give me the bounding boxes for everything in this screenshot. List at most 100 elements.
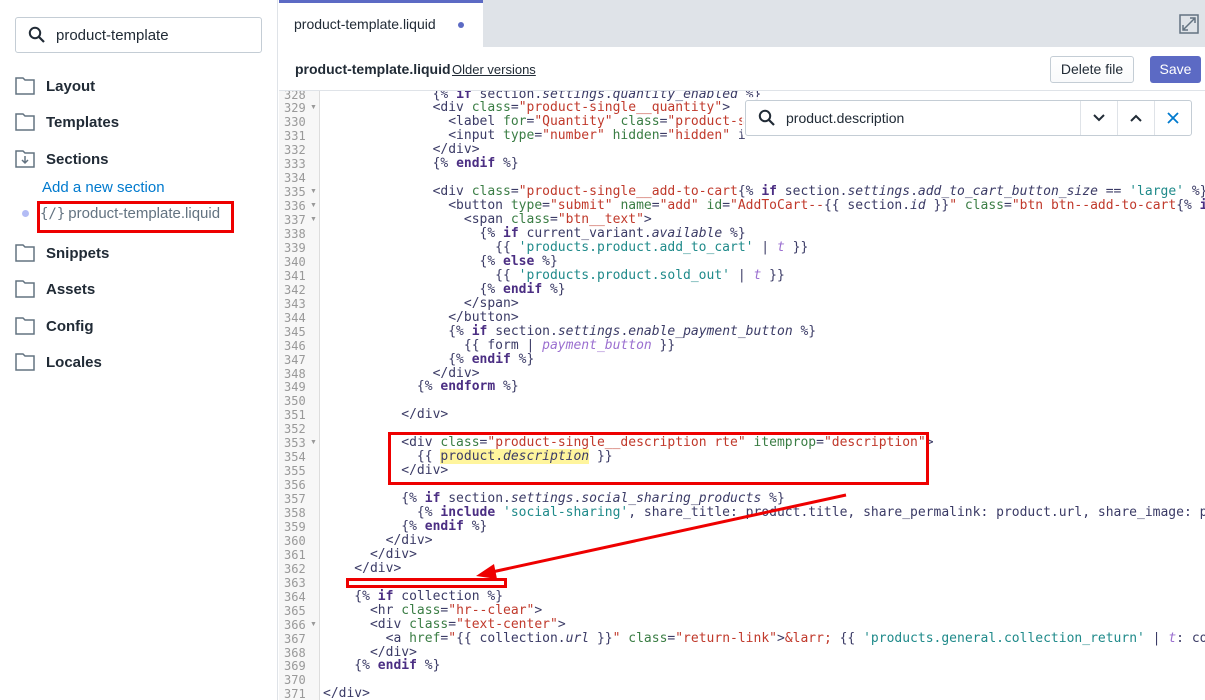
line-number: 347 [284,352,306,367]
code-token: section. [776,184,848,200]
line-number: 348 [284,366,306,381]
code-token: {% [323,379,441,395]
code-token: = [534,128,543,144]
code-line: {% if section.settings.enable_payment_bu… [323,323,816,339]
code-token: %} [416,658,441,674]
delete-file-button[interactable]: Delete file [1050,56,1134,83]
code-line: <input type="number" hidden="hidden" i [323,128,745,144]
code-token: = [510,100,519,116]
fold-arrow-icon[interactable]: ▼ [310,199,317,213]
add-new-section-link[interactable]: Add a new section [42,179,165,196]
folder-sections[interactable]: Sections [15,148,109,170]
code-token: "description" [823,435,926,451]
find-next-button[interactable] [1080,101,1117,135]
code-line: <a href="{{ collection.url }}" class="re… [323,630,1205,646]
code-token: if [471,323,488,339]
fold-arrow-icon[interactable]: ▼ [310,436,317,450]
code-token: endif [471,351,511,367]
code-token: {% [323,323,472,339]
folder-icon [15,244,35,262]
save-button[interactable]: Save [1150,56,1201,83]
folder-snippets[interactable]: Snippets [15,242,109,264]
code-line: {% endform %} [323,380,519,394]
older-versions-link[interactable]: Older versions [452,62,536,77]
code-token: "number" [542,128,605,144]
file-item-product-template[interactable]: {/} product-template.liquid [22,205,220,222]
code-token: 'social-sharing' [503,505,629,520]
line-number: 371 [284,687,306,700]
expand-icon[interactable] [1179,14,1199,34]
code-token: | [753,239,777,255]
folder-locales[interactable]: Locales [15,351,102,373]
code-token: 'products.product.sold_out' [518,267,730,283]
line-number: 369 [284,659,306,674]
folder-label: Assets [46,280,96,298]
code-token: endif [456,156,496,172]
fold-arrow-icon[interactable]: ▼ [310,213,317,227]
code-token: {% [323,281,504,297]
code-token: class [409,616,449,632]
find-input[interactable]: product.description [746,109,1080,127]
code-token: <span [323,212,511,228]
code-token: {% [323,351,472,367]
line-number: 367 [284,631,306,646]
close-find-button[interactable] [1154,101,1191,135]
code-token: {% [1176,198,1200,214]
code-line: {% endif %} [323,157,519,171]
folder-config[interactable]: Config [15,315,93,337]
find-previous-button[interactable] [1117,101,1154,135]
folder-templates[interactable]: Templates [15,111,119,133]
code-token: 'large' [1129,184,1185,200]
active-dot [22,210,29,217]
line-number: 339 [284,240,306,255]
code-token: available [651,226,723,241]
code-token: for [503,114,527,130]
code-token: {% [737,184,762,200]
code-line: {% if current_variant.available %} [323,227,746,241]
tab-label: product-template.liquid [294,16,436,32]
folder-layout[interactable]: Layout [15,75,95,97]
line-number: 328 [284,91,306,102]
code-line: <button type="submit" name="add" id="Add… [323,199,1205,213]
line-number: 357 [284,492,306,507]
code-token: add_to_cart_button_size [917,184,1098,200]
code-line: {% endif %} [323,519,487,534]
code-line: {% if collection %} [323,589,503,604]
code-token: payment_button [542,337,652,353]
code-editor[interactable]: 328 329 ▼ 330 331 332 333 334 335 ▼ 336 ▼ 337 ▼ 338 339… [279,91,1205,700]
tab-product-template[interactable]: product-template.liquid [279,0,483,47]
code-token: = [549,212,558,228]
code-token: endform [440,379,496,395]
code-line: <div class="text-center"> [323,616,566,632]
chevron-down-icon [1093,114,1105,122]
code-token: > [925,435,934,451]
line-number: 338 [284,227,306,241]
folder-label: Templates [46,113,120,131]
fold-arrow-icon[interactable]: ▼ [310,618,317,632]
code-token: </span> [323,295,519,311]
tab-bar: product-template.liquid [279,0,1205,47]
code-token: {% [323,156,457,172]
code-token: </div> [323,463,449,479]
search-icon [758,109,775,126]
code-token: include [440,505,496,520]
file-search-input[interactable]: product-template [15,17,262,53]
code-token: }} [589,630,613,646]
line-gutter: 328 329 ▼ 330 331 332 333 334 335 ▼ 336 ▼ 337 ▼ 338 339… [279,91,320,700]
fold-arrow-icon[interactable]: ▼ [310,185,317,199]
code-token: <button [323,198,511,214]
line-number: 344 [284,310,306,325]
folder-icon [15,280,35,298]
line-number: 360 [284,533,306,548]
close-icon [1167,112,1179,124]
code-token: "return-link" [675,630,777,646]
fold-arrow-icon[interactable]: ▼ [310,101,317,115]
line-number: 334 [284,171,306,186]
code-token: </div> [323,546,417,562]
code-token: = [651,198,660,214]
folder-assets[interactable]: Assets [15,278,95,300]
code-line: </span> [323,295,519,311]
code-line: </div> [323,143,480,157]
code-token: section. [440,491,511,507]
line-number: 330 [284,115,306,130]
